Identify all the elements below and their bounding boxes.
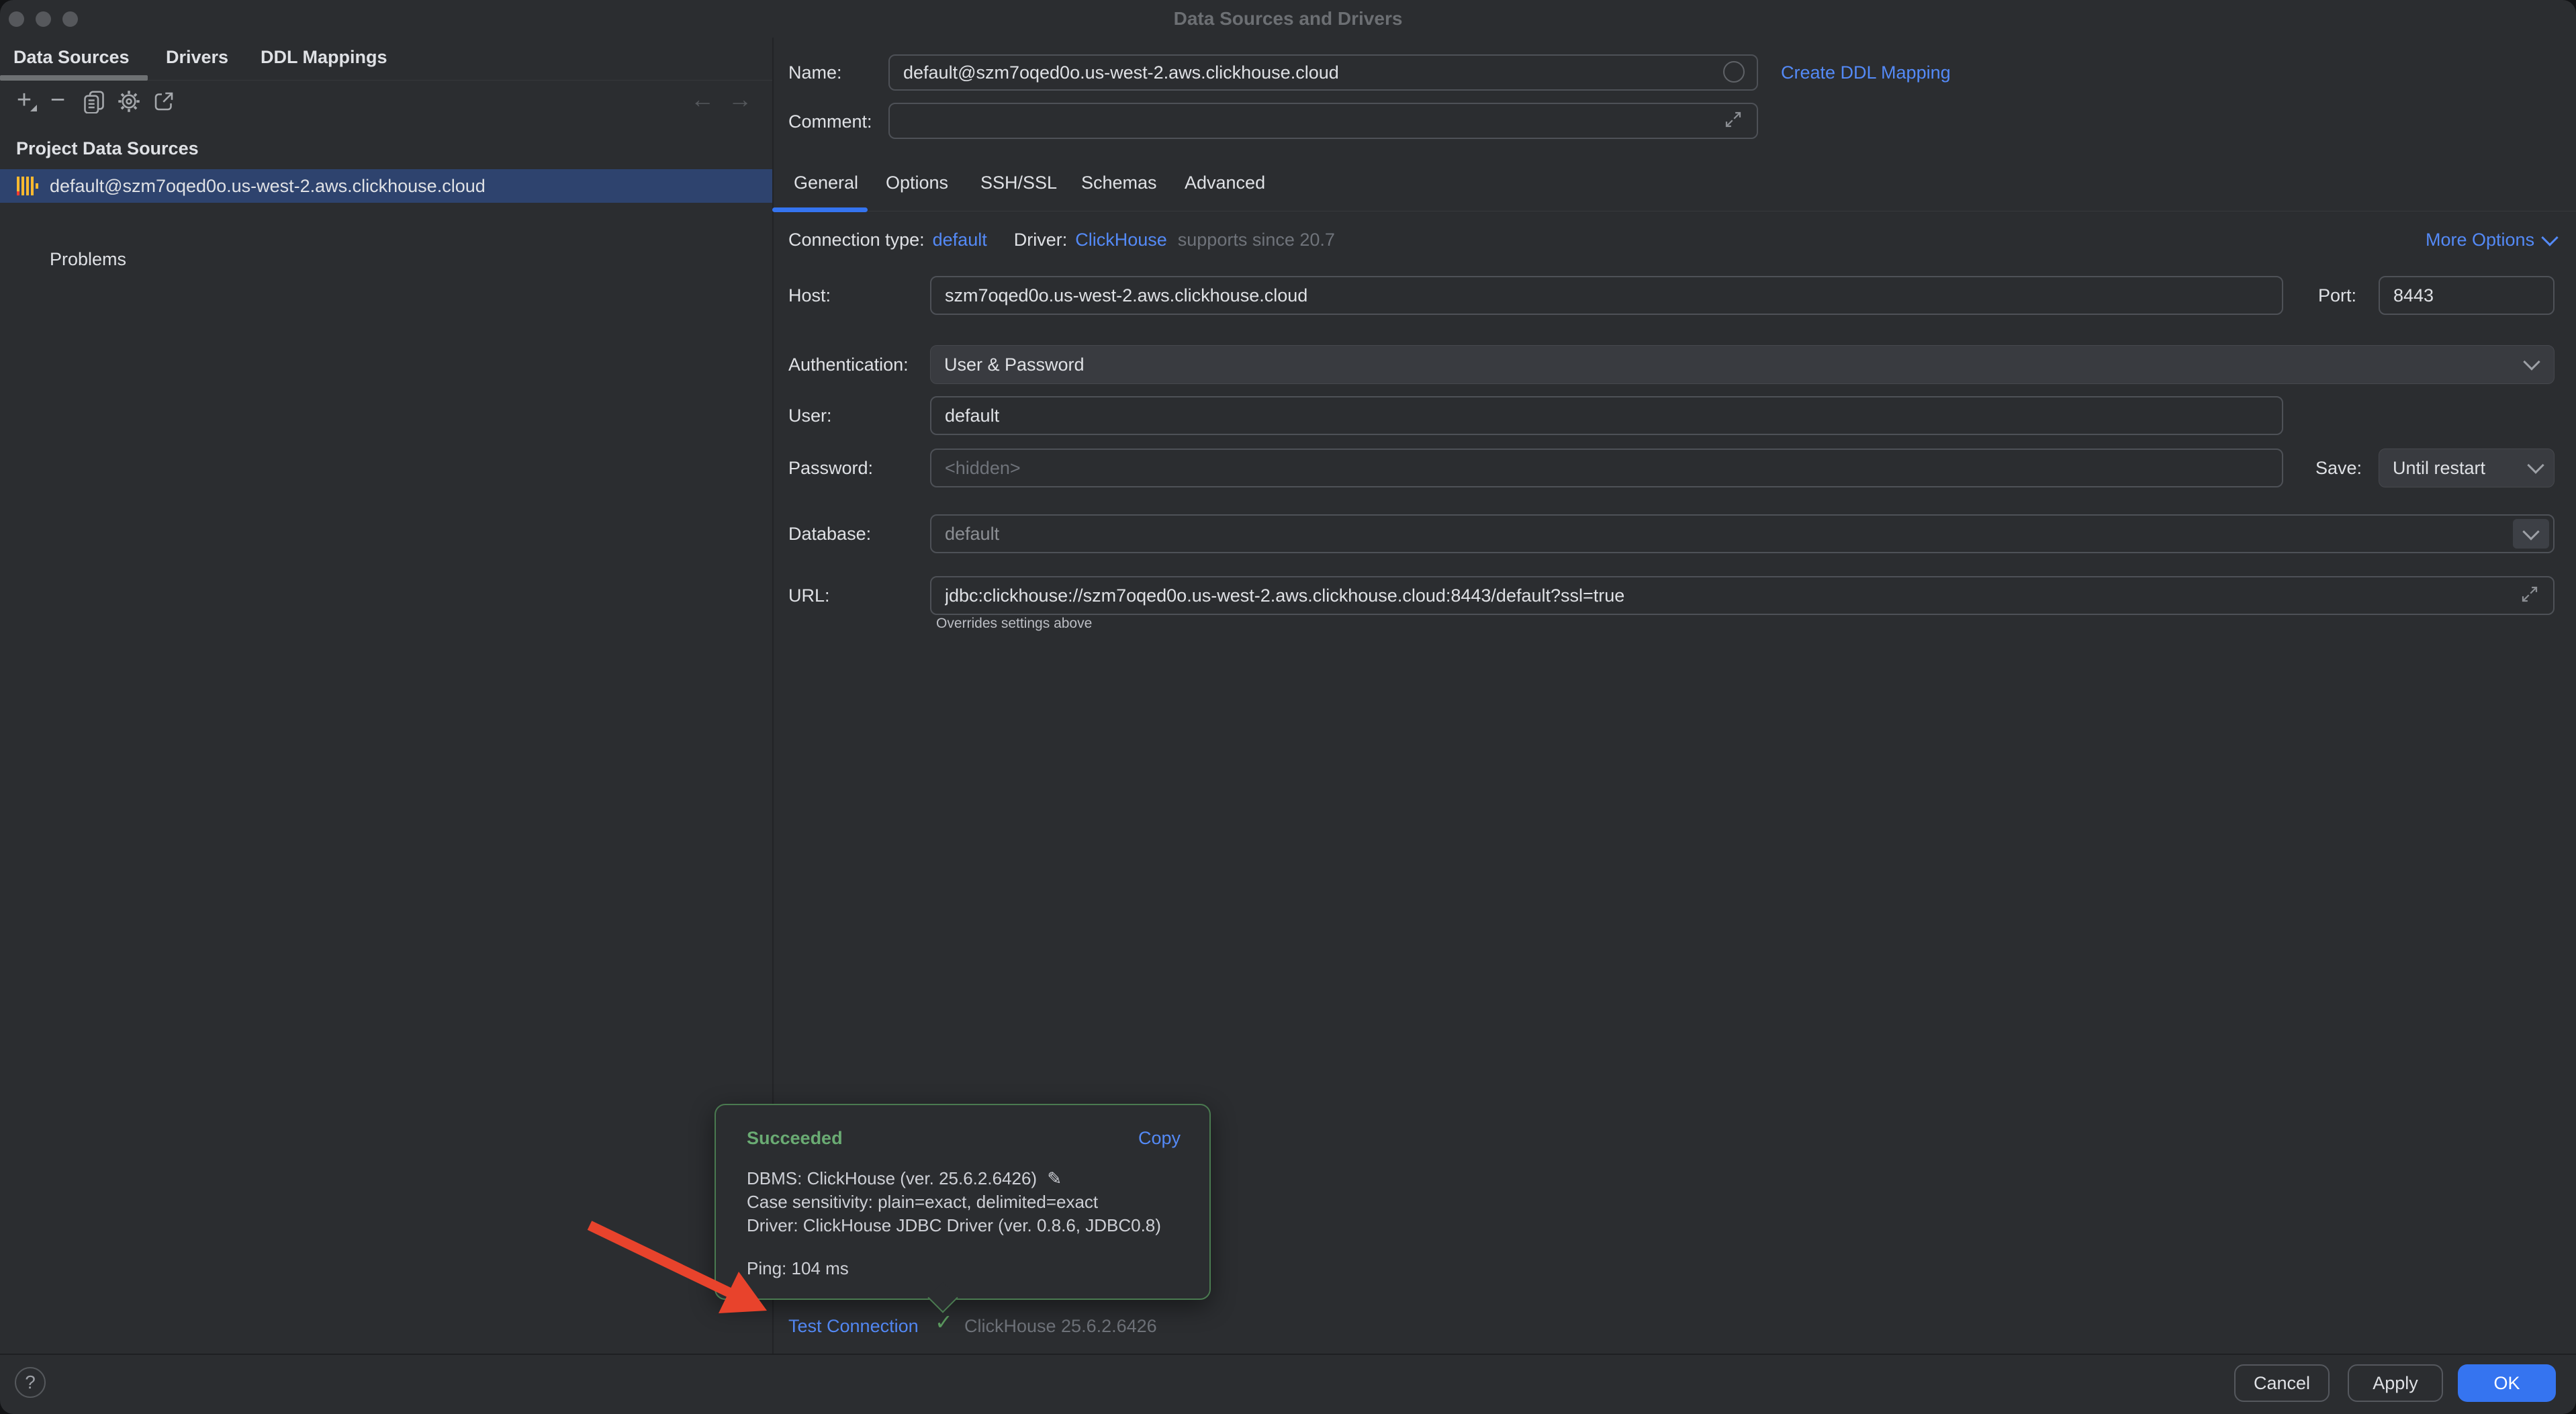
password-label: Password: xyxy=(788,456,873,480)
name-label: Name: xyxy=(788,60,842,85)
tab-drivers[interactable]: Drivers xyxy=(166,47,228,68)
port-input[interactable] xyxy=(2379,276,2555,315)
tab-advanced[interactable]: Advanced xyxy=(1185,173,1265,193)
comment-input[interactable] xyxy=(888,103,1758,139)
host-label: Host: xyxy=(788,283,831,308)
host-input[interactable] xyxy=(930,276,2283,315)
password-input[interactable] xyxy=(930,449,2283,487)
left-tabs-separator xyxy=(0,80,772,81)
more-options-link[interactable]: More Options xyxy=(2426,228,2556,252)
open-in-new-icon xyxy=(152,89,176,113)
form-active-tab-underline xyxy=(772,207,868,212)
authentication-select[interactable]: User & Password xyxy=(930,345,2555,384)
connection-version-text: ClickHouse 25.6.2.6426 xyxy=(964,1314,1157,1338)
chevron-down-icon xyxy=(2527,457,2544,473)
add-data-source-button[interactable]: + xyxy=(11,87,38,113)
copy-link[interactable]: Copy xyxy=(1138,1128,1181,1149)
arrow-left-icon: ← xyxy=(690,85,715,113)
create-ddl-mapping-link[interactable]: Create DDL Mapping xyxy=(1781,60,1951,85)
arrow-right-icon: → xyxy=(728,85,752,113)
url-input[interactable] xyxy=(930,576,2555,615)
dropdown-corner-triangle-icon xyxy=(30,105,37,111)
window-title: Data Sources and Drivers xyxy=(0,8,2576,30)
help-button[interactable]: ? xyxy=(15,1367,46,1398)
save-select[interactable]: Until restart xyxy=(2379,449,2555,487)
user-input[interactable] xyxy=(930,396,2283,435)
connection-type-value-link[interactable]: default xyxy=(933,230,987,250)
plus-icon: + xyxy=(17,86,32,115)
duplicate-icon xyxy=(82,89,106,113)
data-source-settings-button[interactable] xyxy=(116,88,142,115)
authentication-value: User & Password xyxy=(944,355,1085,375)
url-hint: Overrides settings above xyxy=(936,616,1092,632)
port-label: Port: xyxy=(2318,283,2356,308)
driver-support-hint: supports since 20.7 xyxy=(1178,230,1335,250)
test-connection-success-popup: Succeeded Copy DBMS: ClickHouse (ver. 25… xyxy=(715,1104,1211,1300)
name-input[interactable] xyxy=(888,54,1758,91)
chevron-down-icon xyxy=(2523,353,2540,370)
tab-ddl-mappings[interactable]: DDL Mappings xyxy=(261,47,387,68)
chevron-down-icon xyxy=(2522,523,2539,540)
driver-version-line: Driver: ClickHouse JDBC Driver (ver. 0.8… xyxy=(747,1214,1161,1237)
minus-icon: − xyxy=(50,86,65,115)
ok-button[interactable]: OK xyxy=(2458,1364,2556,1402)
tab-ssh-ssl[interactable]: SSH/SSL xyxy=(980,173,1057,193)
database-combobox[interactable]: default xyxy=(930,514,2555,553)
tab-general[interactable]: General xyxy=(794,173,858,193)
question-icon: ? xyxy=(25,1372,36,1393)
name-progress-circle-icon xyxy=(1723,61,1745,83)
back-button[interactable]: ← xyxy=(689,86,716,113)
save-label: Save: xyxy=(2315,456,2362,480)
forward-button[interactable]: → xyxy=(727,86,753,113)
problems-label[interactable]: Problems xyxy=(50,247,126,271)
authentication-label: Authentication: xyxy=(788,352,909,377)
tab-schemas[interactable]: Schemas xyxy=(1081,173,1157,193)
success-check-icon: ✓ xyxy=(935,1309,953,1335)
url-expand-icon[interactable] xyxy=(2520,584,2540,604)
test-connection-link[interactable]: Test Connection xyxy=(788,1314,919,1338)
url-label: URL: xyxy=(788,583,830,608)
gear-icon xyxy=(117,89,141,113)
database-value: default xyxy=(945,524,999,545)
duplicate-button[interactable] xyxy=(81,88,107,115)
case-sensitivity-line: Case sensitivity: plain=exact, delimited… xyxy=(747,1190,1098,1214)
remove-data-source-button[interactable]: − xyxy=(44,87,71,113)
data-source-label: default@szm7oqed0o.us-west-2.aws.clickho… xyxy=(50,176,486,197)
connection-type-row: Connection type: default Driver: ClickHo… xyxy=(788,228,1335,252)
project-data-sources-heading: Project Data Sources xyxy=(16,136,199,160)
driver-label: Driver: xyxy=(1014,230,1068,250)
chevron-down-icon xyxy=(2541,229,2558,246)
dbms-line: DBMS: ClickHouse (ver. 25.6.2.6426) ✎ xyxy=(747,1167,1062,1190)
database-chevron-button[interactable] xyxy=(2513,519,2549,549)
data-sources-dialog: Data Sources and Drivers Data Sources Dr… xyxy=(0,0,2576,1414)
comment-expand-icon[interactable] xyxy=(1723,109,1743,130)
data-source-list-item[interactable]: default@szm7oqed0o.us-west-2.aws.clickho… xyxy=(0,169,772,203)
success-status: Succeeded xyxy=(747,1128,843,1149)
annotation-arrow xyxy=(571,1195,786,1329)
driver-value-link[interactable]: ClickHouse xyxy=(1075,230,1167,250)
cancel-button[interactable]: Cancel xyxy=(2234,1364,2330,1402)
pencil-icon[interactable]: ✎ xyxy=(1047,1168,1062,1188)
user-label: User: xyxy=(788,404,832,428)
connection-type-label: Connection type: xyxy=(788,230,925,250)
comment-label: Comment: xyxy=(788,109,872,134)
database-label: Database: xyxy=(788,522,871,546)
clickhouse-icon xyxy=(15,174,39,198)
footer-divider xyxy=(0,1354,2576,1355)
export-button[interactable] xyxy=(150,88,177,115)
tab-options[interactable]: Options xyxy=(886,173,948,193)
apply-button[interactable]: Apply xyxy=(2348,1364,2443,1402)
save-value: Until restart xyxy=(2393,458,2485,479)
tab-data-sources[interactable]: Data Sources xyxy=(13,47,130,68)
